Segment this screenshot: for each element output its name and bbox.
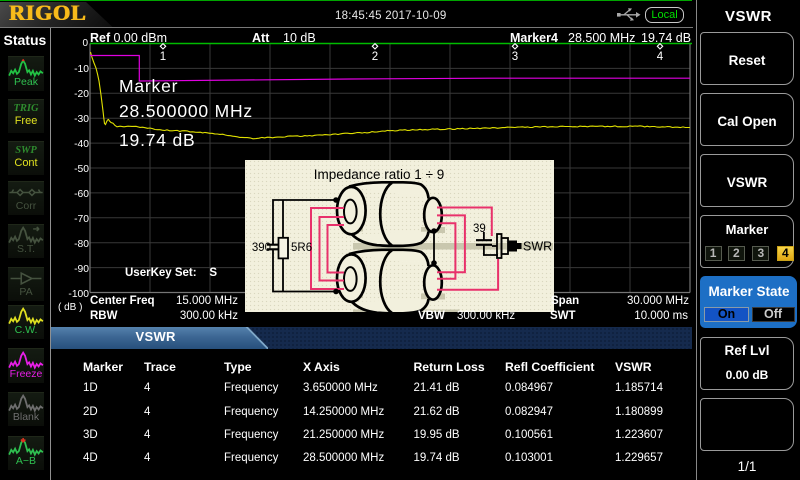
svg-text:5R6: 5R6 (291, 242, 312, 254)
svg-text:4: 4 (657, 51, 664, 63)
svg-text:390: 390 (252, 242, 271, 254)
svg-text:3: 3 (512, 51, 518, 63)
svg-text:1: 1 (160, 51, 166, 63)
svg-text:SWR: SWR (523, 240, 552, 254)
svg-text:Impedance ratio 1 ÷ 9: Impedance ratio 1 ÷ 9 (314, 167, 445, 182)
svg-text:2: 2 (372, 51, 378, 63)
svg-text:39: 39 (473, 223, 486, 235)
